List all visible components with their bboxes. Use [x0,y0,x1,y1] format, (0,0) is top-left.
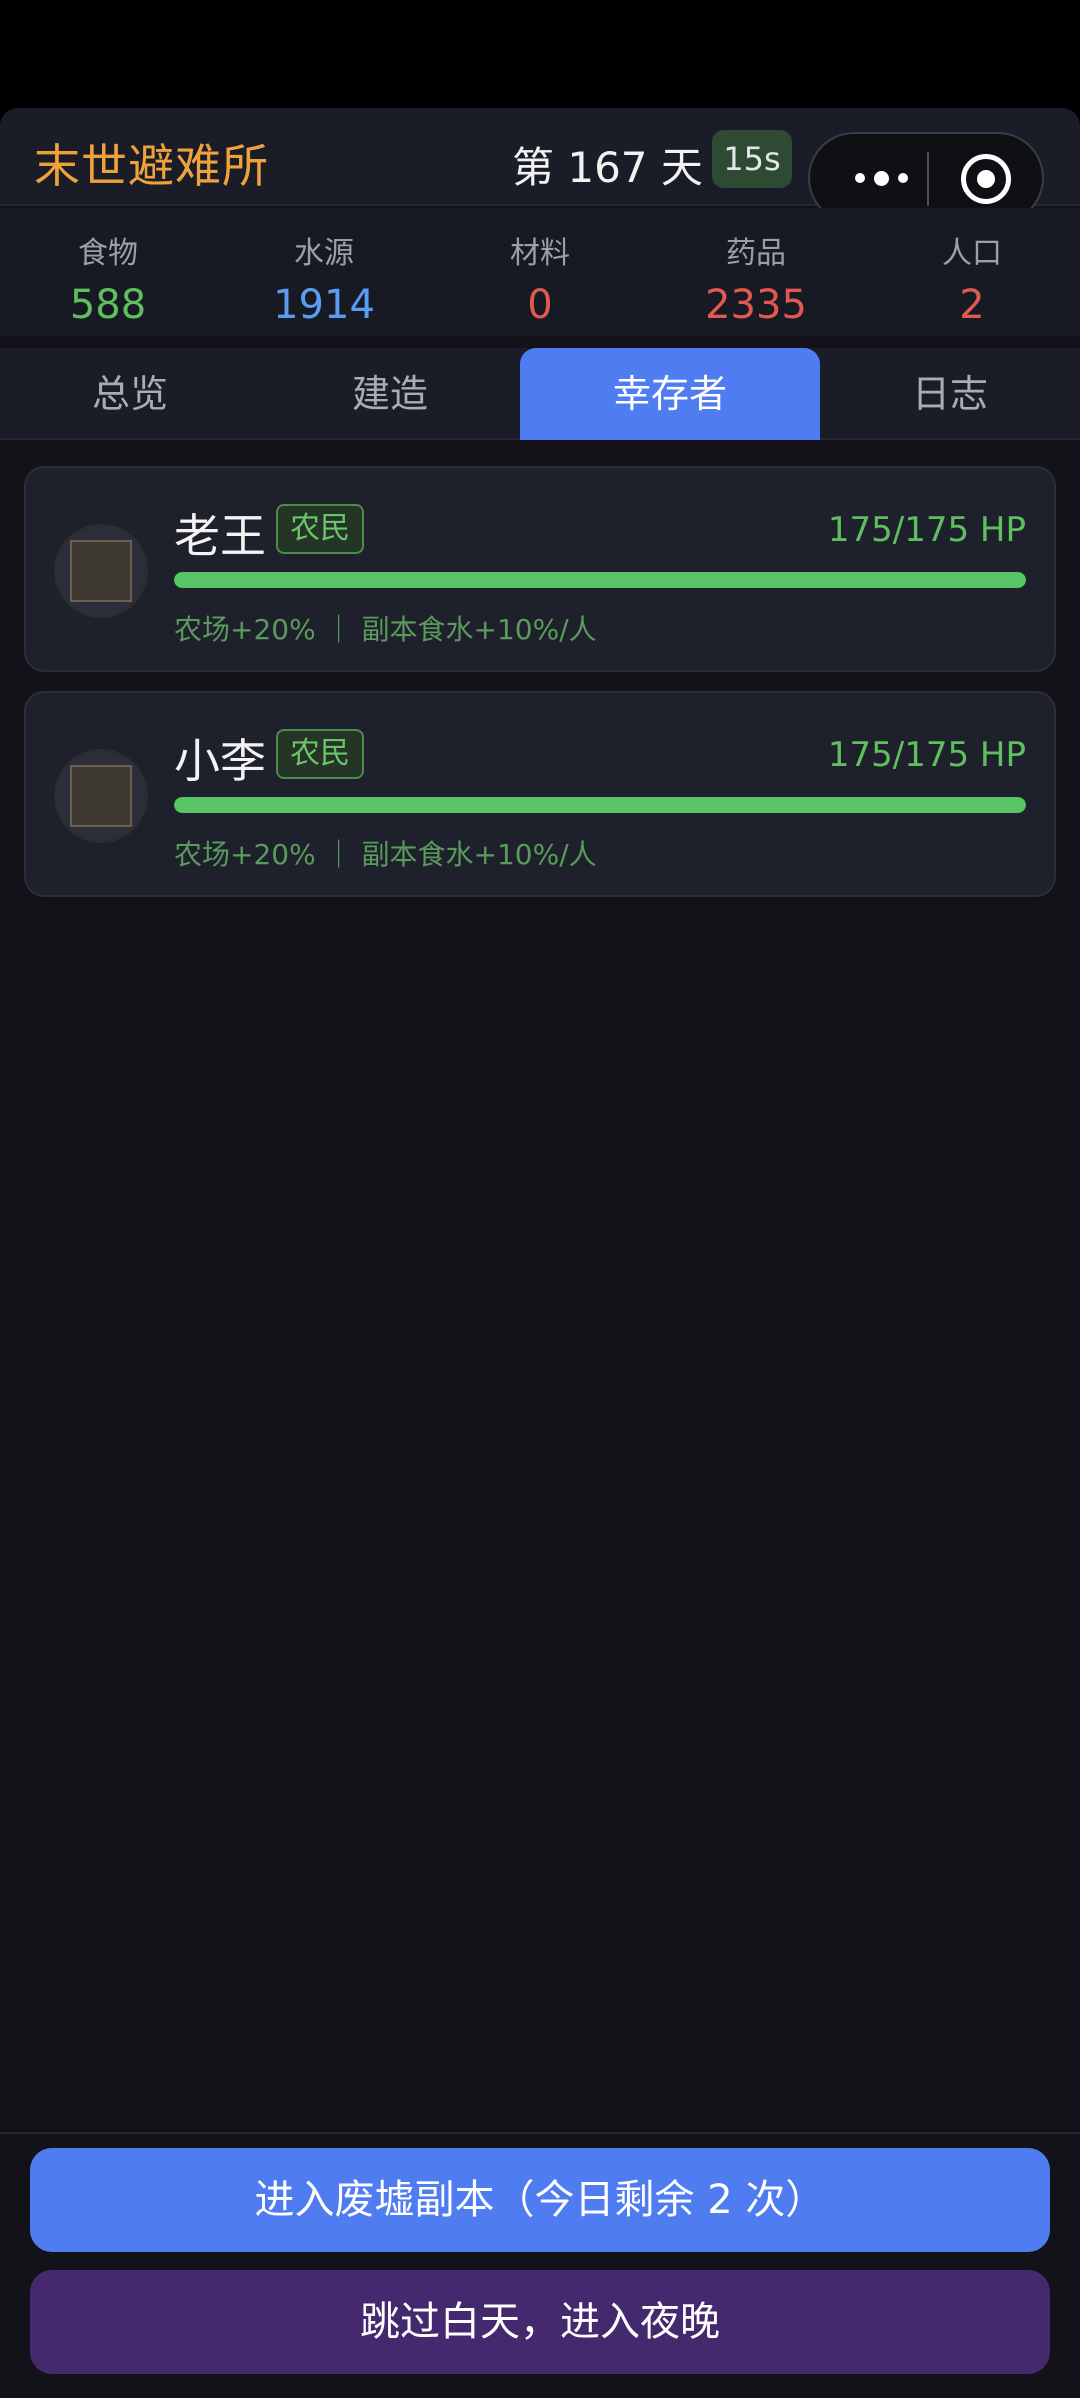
app-title: 末世避难所 [34,139,269,193]
stat-label: 水源 [294,236,354,271]
capsule-divider [927,152,929,206]
stat-population: 人口 2 [864,208,1080,336]
buff-text: 农场+20% ｜ 副本食水+10%/人 [174,613,597,646]
stat-food: 食物 588 [0,208,216,336]
hp-fill [174,572,1026,588]
survivor-name: 小李 [174,734,266,788]
enter-ruins-button[interactable]: 进入废墟副本（今日剩余 2 次） [30,2148,1050,2252]
hp-bar [174,797,1026,813]
hp-bar [174,572,1026,588]
stat-materials: 材料 0 [432,208,648,336]
hp-fill [174,797,1026,813]
tab-log[interactable]: 日志 [820,348,1080,440]
timer-badge: 15s [712,130,792,188]
header-bar: 末世避难所 第 167 天 15s [0,108,1080,224]
stat-value: 2335 [705,282,807,328]
target-close-icon[interactable] [961,154,1011,204]
app-container: 末世避难所 第 167 天 15s 食物 588 水源 1914 材料 0 药品… [0,108,1080,2398]
stat-label: 食物 [78,236,138,271]
tab-survivors[interactable]: 幸存者 [520,348,820,440]
stat-medicine: 药品 2335 [648,208,864,336]
stat-water: 水源 1914 [216,208,432,336]
skip-day-button[interactable]: 跳过白天，进入夜晚 [30,2270,1050,2374]
stat-value: 1914 [273,282,375,328]
survivor-card[interactable]: 小李 农民 175/175 HP 农场+20% ｜ 副本食水+10%/人 [24,691,1056,897]
survivor-portrait [54,749,148,843]
tab-build[interactable]: 建造 [260,348,520,440]
survivor-card[interactable]: 老王 农民 175/175 HP 农场+20% ｜ 副本食水+10%/人 [24,466,1056,672]
tab-overview[interactable]: 总览 [0,348,260,440]
stat-label: 材料 [510,236,570,271]
hp-text: 175/175 HP [827,510,1026,550]
stat-value: 588 [69,282,147,328]
day-counter: 第 167 天 [512,143,703,192]
stat-label: 人口 [942,236,1002,271]
survivor-portrait [54,524,148,618]
tab-bar: 总览 建造 幸存者 日志 [0,348,1080,440]
role-badge: 农民 [276,729,364,779]
resource-stats: 食物 588 水源 1914 材料 0 药品 2335 人口 2 [0,208,1080,336]
survivor-name: 老王 [174,509,266,563]
buff-text: 农场+20% ｜ 副本食水+10%/人 [174,838,597,871]
role-badge: 农民 [276,504,364,554]
stat-label: 药品 [726,236,786,271]
stat-value: 0 [527,282,553,328]
hp-text: 175/175 HP [827,735,1026,775]
stat-value: 2 [959,282,985,328]
bottom-action-bar: 进入废墟副本（今日剩余 2 次） 跳过白天，进入夜晚 [0,2132,1080,2398]
